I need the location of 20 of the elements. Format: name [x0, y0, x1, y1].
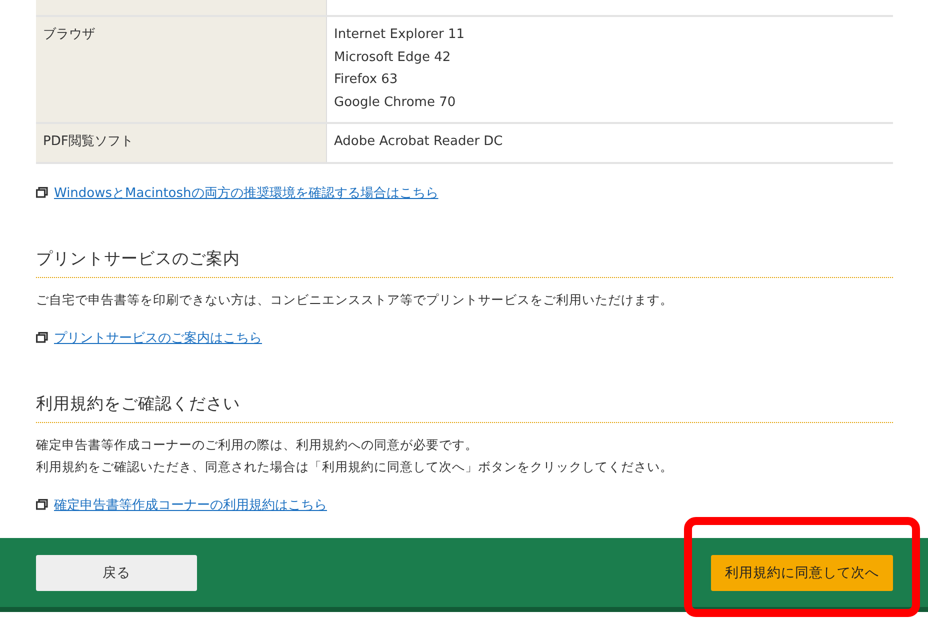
row-value: Firefox 63 — [334, 71, 399, 89]
paragraph: 確定申告書等作成コーナーのご利用の際は、利用規約への同意が必要です。 — [36, 436, 479, 454]
row-label: ブラウザ — [43, 27, 95, 42]
paragraph: ご自宅で申告書等を印刷できない方は、コンビニエンスストア等でプリントサービスをご利用いただけます。 — [36, 290, 674, 308]
window-icon — [36, 499, 48, 510]
paragraph: 利用規約をご確認いただき、同意された場合は「利用規約に同意して次へ」ボタンをクリックしてください。 — [36, 458, 674, 476]
window-icon — [36, 187, 48, 198]
section-link[interactable]: プリントサービスのご案内はこちら — [54, 328, 262, 346]
row-value: Adobe Acrobat Reader DC — [334, 133, 504, 151]
row-value: Microsoft Edge 42 — [334, 48, 452, 66]
window-icon — [36, 332, 48, 343]
back-button[interactable]: 戻る — [36, 554, 197, 590]
section-link[interactable]: 確定申告書等作成コーナーの利用規約はこちら — [54, 496, 327, 514]
env-link[interactable]: WindowsとMacintoshの両方の推奨環境を確認する場合はこちら — [54, 184, 438, 202]
agree-next-button[interactable]: 利用規約に同意して次へ — [711, 554, 893, 590]
section-heading: 利用規約をご確認ください — [36, 392, 893, 422]
section-heading: プリントサービスのご案内 — [36, 248, 893, 278]
row-value: Internet Explorer 11 — [334, 26, 466, 44]
row-label: PDF閲覧ソフト — [43, 134, 134, 149]
row-value: Google Chrome 70 — [334, 94, 457, 112]
